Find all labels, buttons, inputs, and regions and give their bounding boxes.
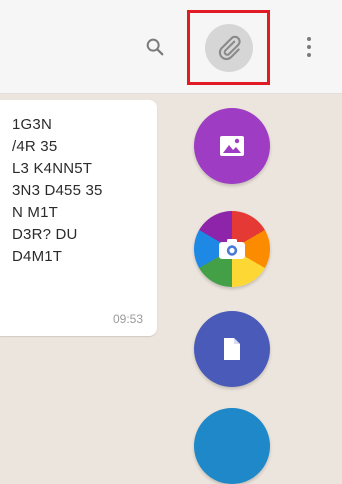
message-line: 1G3N [12, 116, 52, 133]
incoming-message-bubble[interactable]: 1G3N /4R 35 L3 K4NN5T 3N3 D455 35 N M1T … [0, 100, 157, 336]
paperclip-icon [218, 35, 241, 60]
camera-icon [219, 239, 245, 259]
attach-button[interactable] [204, 23, 253, 72]
message-line: N M1T [12, 204, 58, 221]
more-options-button[interactable] [298, 30, 320, 64]
camera-button[interactable] [194, 211, 270, 287]
message-line: D4M1T [12, 248, 63, 265]
message-timestamp: 09:53 [112, 312, 143, 326]
document-icon [224, 338, 240, 360]
message-line: 3N3 D455 35 [12, 182, 103, 199]
message-line: /4R 35 [12, 138, 58, 155]
audio-button[interactable] [194, 408, 270, 484]
message-text: 1G3N /4R 35 L3 K4NN5T 3N3 D455 35 N M1T … [12, 114, 103, 268]
message-line: L3 K4NN5T [12, 160, 93, 177]
search-icon [146, 38, 164, 56]
message-line: D3R? DU [12, 226, 78, 243]
document-button[interactable] [194, 311, 270, 387]
more-vert-icon [307, 37, 311, 41]
image-icon [220, 136, 244, 156]
search-button[interactable] [138, 30, 172, 64]
chat-header [0, 0, 342, 94]
gallery-button[interactable] [194, 108, 270, 184]
attach-highlight [187, 10, 270, 85]
